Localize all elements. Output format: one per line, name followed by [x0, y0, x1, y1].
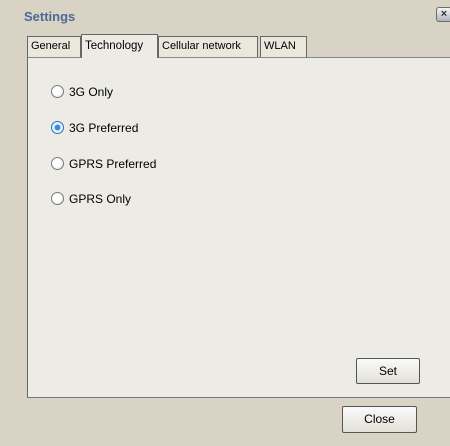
radio-label: 3G Only [69, 85, 114, 99]
tab-cellular-network[interactable]: Cellular network [158, 36, 258, 57]
window-title: Settings [24, 9, 76, 24]
radio-button-selected[interactable] [51, 121, 64, 134]
radio-label: GPRS Only [69, 192, 132, 206]
radio-button[interactable] [51, 192, 64, 205]
radio-label: GPRS Preferred [69, 157, 157, 171]
tab-wlan[interactable]: WLAN [260, 36, 307, 57]
technology-panel: 3G Only 3G Preferred GPRS Preferred GPRS… [27, 57, 450, 398]
close-button[interactable]: Close [342, 406, 417, 433]
radio-label: 3G Preferred [69, 121, 139, 135]
tab-technology[interactable]: Technology [81, 34, 158, 58]
tab-general[interactable]: General [27, 36, 81, 57]
settings-window: Settings × General Technology Cellular n… [0, 0, 450, 446]
radio-button[interactable] [51, 157, 64, 170]
radio-button[interactable] [51, 85, 64, 98]
close-window-icon[interactable]: × [436, 7, 450, 22]
set-button[interactable]: Set [356, 358, 420, 384]
